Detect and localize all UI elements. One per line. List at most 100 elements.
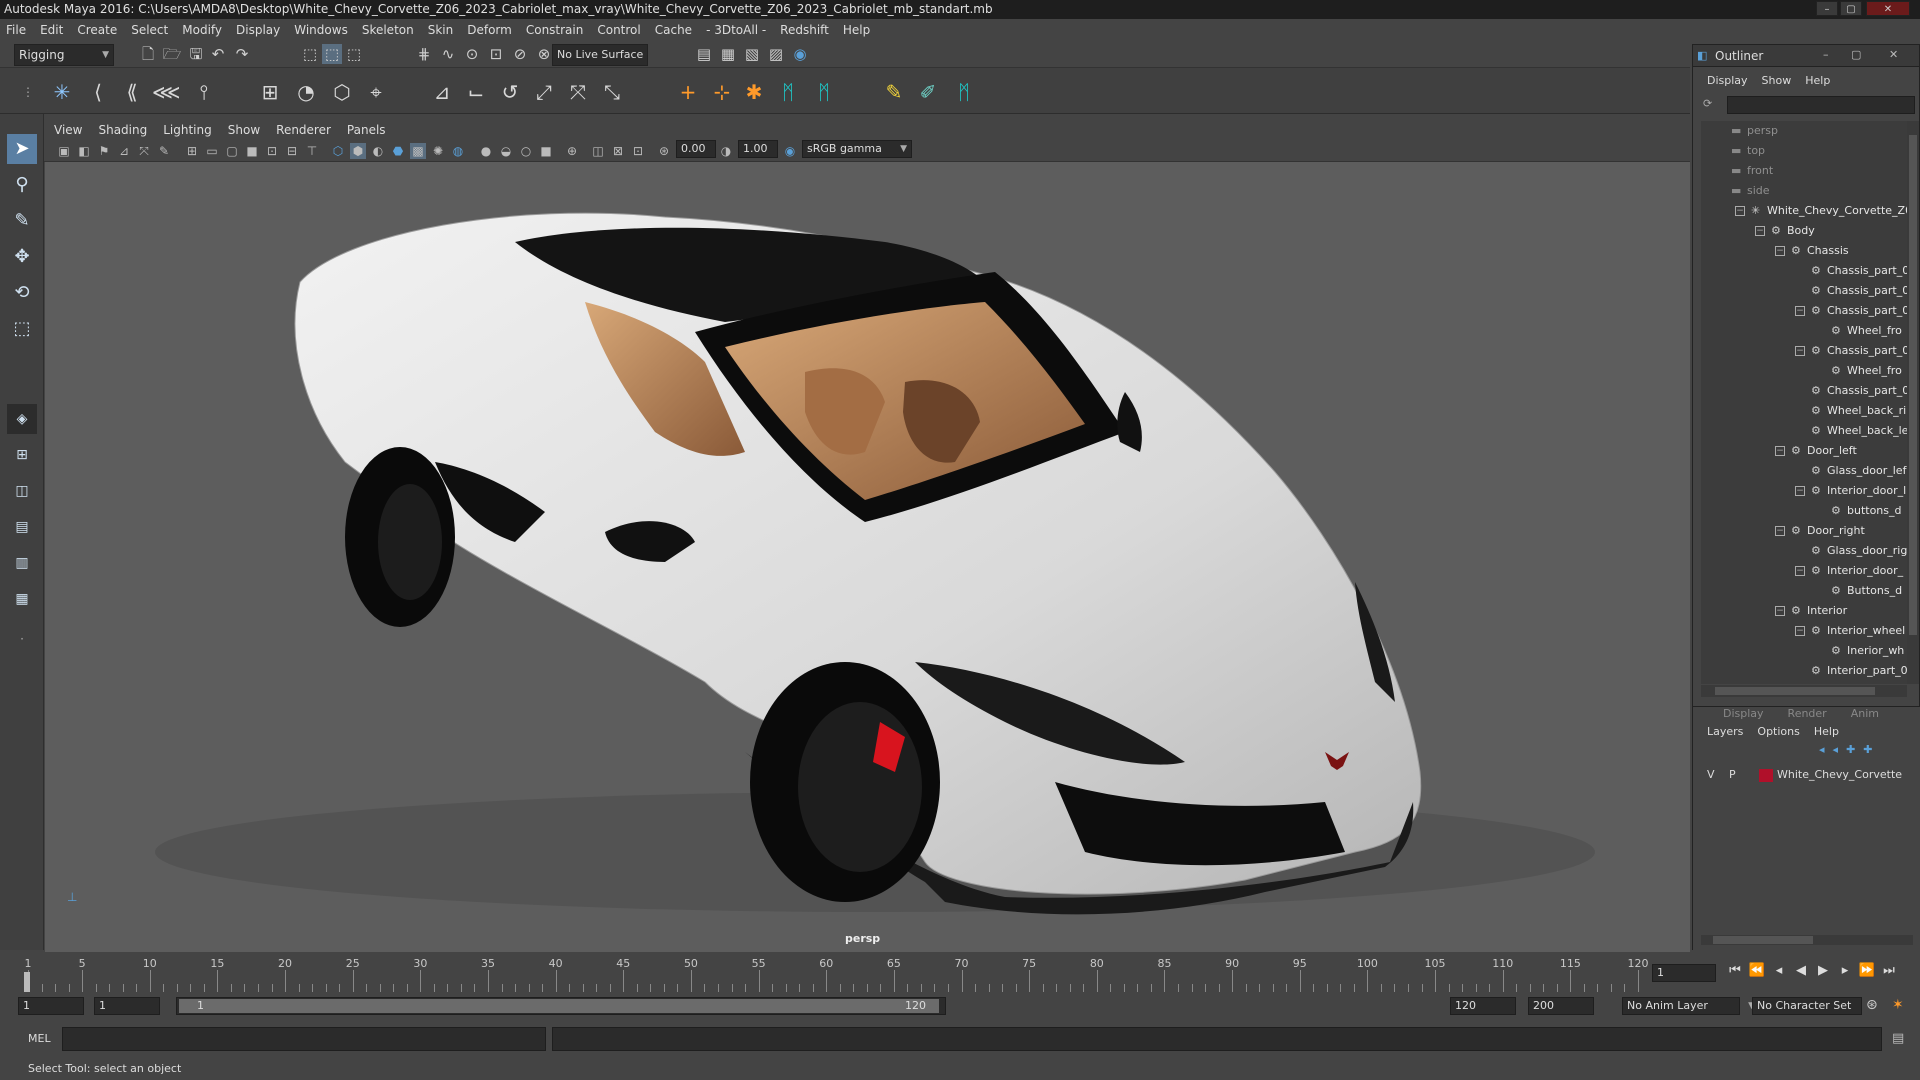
single-view-icon[interactable]: ◈ [7, 404, 37, 434]
layer-row[interactable]: V P White_Chevy_Corvette [1693, 765, 1920, 785]
move-tool-icon[interactable]: ✥ [7, 242, 37, 272]
expand-toggle-icon[interactable]: − [1795, 306, 1805, 316]
menu-windows[interactable]: Windows [294, 23, 348, 37]
outliner-item[interactable]: − ⚙ Chassis_part_0 [1701, 301, 1907, 321]
step-forward-key-icon[interactable]: ⏩ [1858, 962, 1876, 980]
safe-title-icon[interactable]: ⊤ [304, 143, 320, 159]
ipr-render-icon[interactable]: ▧ [742, 44, 762, 64]
menu-display[interactable]: Display [236, 23, 280, 37]
pole-vector-icon[interactable]: ⤡ [598, 78, 626, 106]
outliner-menu-help[interactable]: Help [1805, 71, 1830, 91]
layer-playback-toggle[interactable]: P [1729, 765, 1736, 785]
lattice-icon[interactable]: ⬡ [328, 78, 356, 106]
viewport-menu-renderer[interactable]: Renderer [276, 123, 331, 137]
range-bar-handle[interactable]: 1 120 [179, 999, 939, 1013]
tab-display[interactable]: Display [1723, 707, 1764, 720]
save-scene-icon[interactable]: 🖫 [186, 44, 206, 64]
snap-curve-icon[interactable]: ∿ [438, 44, 458, 64]
scrollbar-thumb[interactable] [1909, 135, 1917, 635]
orient-joint-icon[interactable]: ⋘ [152, 78, 180, 106]
start-time-field[interactable]: 1 [18, 997, 84, 1015]
isolate-select-icon[interactable]: ⊕ [564, 143, 580, 159]
minimize-icon[interactable]: – [1823, 48, 1829, 61]
select-component-icon[interactable]: ⬚ [344, 44, 364, 64]
outliner-item[interactable]: − ⚙ Body [1701, 221, 1907, 241]
menu-skin[interactable]: Skin [428, 23, 454, 37]
undo-icon[interactable]: ↶ [208, 44, 228, 64]
layout-menu-icon[interactable]: · [7, 624, 37, 654]
snap-grid-icon[interactable]: ⋕ [414, 44, 434, 64]
expand-toggle-icon[interactable]: − [1795, 346, 1805, 356]
parent-constraint-icon[interactable]: ⊿ [428, 78, 456, 106]
menu-redshift[interactable]: Redshift [780, 23, 829, 37]
anim-layer-dropdown[interactable]: No Anim Layer ▼ [1622, 997, 1755, 1015]
hik-character-icon[interactable]: ᛗ [810, 78, 838, 106]
outliner-item[interactable]: − ⚙ Interior_door_l [1701, 481, 1907, 501]
expand-toggle-icon[interactable]: − [1775, 526, 1785, 536]
character-set-dropdown[interactable]: No Character Set [1752, 997, 1862, 1015]
expand-toggle-icon[interactable]: − [1735, 206, 1745, 216]
outliner-item[interactable]: ⚙ Glass_door_rig [1701, 541, 1907, 561]
gamma-field[interactable]: 1.00 [738, 140, 778, 158]
maximize-icon[interactable]: ▢ [1851, 48, 1861, 61]
motion-blur-icon[interactable]: ◒ [498, 143, 514, 159]
snap-live-icon[interactable]: ⊗ [534, 44, 554, 64]
orient-constraint-icon[interactable]: ↺ [496, 78, 524, 106]
expand-toggle-icon[interactable] [1795, 546, 1805, 556]
joint-tool-icon[interactable]: ✳ [48, 78, 76, 106]
xray-components-icon[interactable]: ⊡ [630, 143, 646, 159]
open-scene-icon[interactable]: 🗁 [162, 44, 182, 64]
menu-edit[interactable]: Edit [40, 23, 63, 37]
expand-toggle-icon[interactable]: − [1795, 626, 1805, 636]
shadows-icon[interactable]: ◍ [450, 143, 466, 159]
field-chart-icon[interactable]: ⊡ [264, 143, 280, 159]
outliner-item[interactable]: ⚙ buttons_d [1701, 501, 1907, 521]
layout-persp-outliner-icon[interactable]: ▤ [7, 512, 37, 542]
go-to-start-icon[interactable]: ⏮ [1726, 962, 1744, 980]
menu-deform[interactable]: Deform [467, 23, 512, 37]
four-view-icon[interactable]: ⊞ [7, 440, 37, 470]
expand-toggle-icon[interactable] [1815, 586, 1825, 596]
expand-toggle-icon[interactable]: − [1795, 486, 1805, 496]
expand-toggle-icon[interactable] [1795, 426, 1805, 436]
tab-render[interactable]: Render [1788, 707, 1827, 720]
colorspace-dropdown[interactable]: sRGB gamma ▼ [802, 140, 912, 158]
current-frame-field[interactable]: 1 [1652, 964, 1716, 982]
playback-start-field[interactable]: 1 [94, 997, 160, 1015]
textured-icon[interactable]: ▩ [410, 143, 426, 159]
outliner-item[interactable]: ⚙ Chassis_part_0 [1701, 381, 1907, 401]
expand-toggle-icon[interactable]: − [1755, 226, 1765, 236]
xray-icon[interactable]: ◫ [590, 143, 606, 159]
select-object-icon[interactable]: ⬚ [322, 44, 342, 64]
ambient-occlusion-icon[interactable]: ● [478, 143, 494, 159]
snap-surface-icon[interactable]: ⊘ [510, 44, 530, 64]
ik-handle-icon[interactable]: ⫯ [190, 78, 218, 106]
layout-graph-icon[interactable]: ▥ [7, 548, 37, 578]
grease-pencil-icon[interactable]: ✎ [156, 143, 172, 159]
layer-menu-help[interactable]: Help [1814, 725, 1839, 738]
expand-toggle-icon[interactable] [1795, 386, 1805, 396]
step-forward-frame-icon[interactable]: ▸ [1836, 962, 1854, 980]
outliner-item[interactable]: ⚙ Buttons_d [1701, 581, 1907, 601]
skin-tool-icon[interactable]: ✐ [914, 78, 942, 106]
range-bar[interactable]: 1 120 [176, 997, 946, 1015]
render-frame-icon[interactable]: ▦ [718, 44, 738, 64]
depth-of-field-icon[interactable]: ■ [538, 143, 554, 159]
default-material-icon[interactable]: ◐ [370, 143, 386, 159]
minimize-button[interactable]: – [1816, 1, 1838, 16]
quick-rig-icon[interactable]: ✎ [880, 78, 908, 106]
menu-create[interactable]: Create [77, 23, 117, 37]
expand-toggle-icon[interactable] [1715, 146, 1725, 156]
gamma-icon[interactable]: ◑ [718, 143, 734, 159]
persp-viewport[interactable]: ⊥ persp [45, 162, 1690, 952]
locator-icon[interactable]: + [674, 78, 702, 106]
exposure-field[interactable]: 0.00 [676, 140, 716, 158]
color-management-icon[interactable]: ◉ [782, 143, 798, 159]
command-input[interactable] [62, 1027, 546, 1051]
viewport-menu-shading[interactable]: Shading [98, 123, 147, 137]
go-to-end-icon[interactable]: ⏭ [1880, 962, 1898, 980]
select-tool-icon[interactable]: ➤ [7, 134, 37, 164]
paint-select-icon[interactable]: ✎ [7, 206, 37, 236]
outliner-item[interactable]: ⚙ Wheel_fro [1701, 361, 1907, 381]
expand-toggle-icon[interactable] [1795, 286, 1805, 296]
